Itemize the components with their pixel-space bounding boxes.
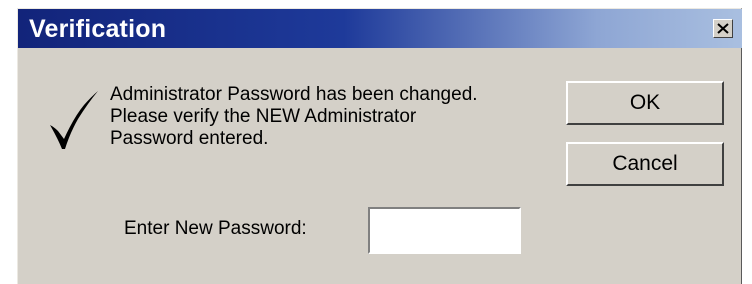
title-bar[interactable]: Verification bbox=[18, 9, 742, 48]
new-password-input[interactable] bbox=[368, 207, 521, 254]
cancel-button[interactable]: Cancel bbox=[566, 142, 724, 186]
message-line: Password entered. bbox=[110, 128, 269, 149]
ok-button[interactable]: OK bbox=[566, 81, 724, 125]
message-text: Administrator Password has been changed.… bbox=[110, 84, 570, 150]
verification-dialog: Verification Administrator Password has … bbox=[17, 8, 742, 284]
close-button[interactable] bbox=[713, 19, 733, 38]
message-line: Please verify the NEW Administrator bbox=[110, 106, 417, 127]
new-password-label: Enter New Password: bbox=[124, 218, 307, 239]
message-line: Administrator Password has been changed. bbox=[110, 84, 478, 105]
window-title: Verification bbox=[29, 15, 167, 43]
close-icon bbox=[717, 23, 729, 34]
checkmark-icon bbox=[50, 91, 98, 149]
